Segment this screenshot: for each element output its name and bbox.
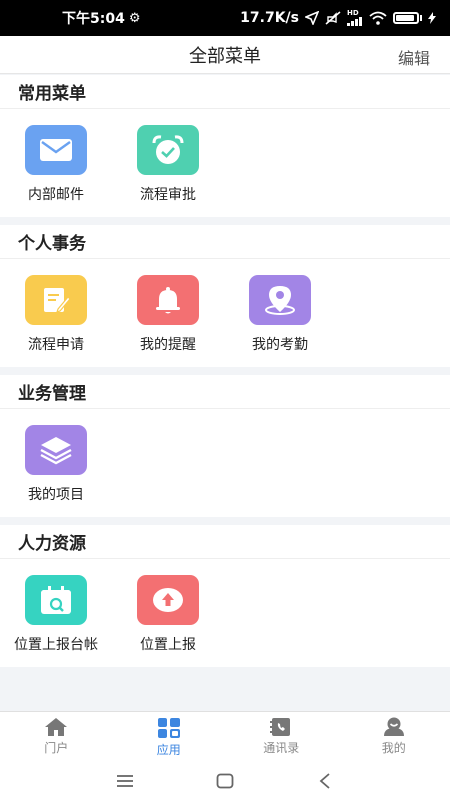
section-title: 人力资源 <box>18 534 86 554</box>
menu-item-workflow-request[interactable]: 流程申请 <box>0 275 112 367</box>
gear-icon: ⚙ <box>128 10 141 26</box>
charging-icon <box>428 12 436 24</box>
menu-item-my-reminders[interactable]: 我的提醒 <box>112 275 224 367</box>
menu-item-label: 我的考勤 <box>252 337 308 353</box>
status-left: 下午5:04 ⚙ <box>62 8 140 28</box>
title-bar: 全部菜单 编辑 <box>0 36 450 74</box>
layers-icon <box>25 425 87 475</box>
nav-item-contacts[interactable]: 通讯录 <box>225 712 338 761</box>
page-title: 全部菜单 <box>189 45 261 67</box>
section-header: 业务管理 <box>0 375 450 409</box>
nav-label: 应用 <box>156 743 181 757</box>
system-nav-bar <box>0 761 450 800</box>
menu-item-label: 流程申请 <box>28 337 84 353</box>
menu-item-location-report[interactable]: 位置上报 <box>112 575 224 667</box>
status-right: 17.7K/s HD <box>240 10 436 26</box>
hd-badge: HD <box>347 9 359 17</box>
section-header: 人力资源 <box>0 525 450 559</box>
calendar-search-icon <box>25 575 87 625</box>
section-personal-affairs: 个人事务 流程申请 我的提醒 我的考勤 <box>0 225 450 367</box>
menu-item-label: 我的项目 <box>28 487 84 503</box>
alarm-clock-icon <box>137 125 199 175</box>
section-business-management: 业务管理 我的项目 <box>0 375 450 517</box>
section-title: 个人事务 <box>18 234 86 254</box>
section-human-resources: 人力资源 位置上报台帐 位置上报 <box>0 525 450 667</box>
nav-item-apps[interactable]: 应用 <box>113 712 226 761</box>
section-header: 个人事务 <box>0 225 450 259</box>
nav-item-portal[interactable]: 门户 <box>0 712 113 761</box>
menu-item-location-report-ledger[interactable]: 位置上报台帐 <box>0 575 112 667</box>
status-bar: 下午5:04 ⚙ 17.7K/s HD <box>0 0 450 36</box>
section-header: 常用菜单 <box>0 75 450 109</box>
edit-note-icon <box>25 275 87 325</box>
menu-content: 常用菜单 内部邮件 流程审批 个人事务 流程申请 我的提醒 我的考勤 业务管理 … <box>0 75 450 667</box>
menu-item-label: 流程审批 <box>140 187 196 203</box>
rounded-square-icon <box>216 773 234 788</box>
section-grid: 我的项目 <box>0 409 450 517</box>
section-grid: 流程申请 我的提醒 我的考勤 <box>0 259 450 367</box>
menu-item-label: 位置上报 <box>140 637 196 653</box>
bell-icon <box>137 275 199 325</box>
nav-label: 通讯录 <box>263 741 300 755</box>
menu-item-label: 内部邮件 <box>28 187 84 203</box>
network-speed: 17.7K/s <box>240 10 299 26</box>
menu-item-my-attendance[interactable]: 我的考勤 <box>224 275 336 367</box>
menu-item-internal-mail[interactable]: 内部邮件 <box>0 125 112 217</box>
battery-icon <box>393 12 419 24</box>
section-title: 常用菜单 <box>18 84 86 104</box>
mute-icon <box>325 11 341 25</box>
upload-icon <box>137 575 199 625</box>
menu-button[interactable] <box>110 768 140 794</box>
back-button[interactable] <box>310 768 340 794</box>
status-time: 下午5:04 <box>62 11 125 27</box>
menu-item-my-projects[interactable]: 我的项目 <box>0 425 112 517</box>
menu-item-workflow-approval[interactable]: 流程审批 <box>112 125 224 217</box>
menu-item-label: 位置上报台帐 <box>14 637 98 653</box>
section-title: 业务管理 <box>18 384 86 404</box>
nav-item-mine[interactable]: 我的 <box>338 712 450 761</box>
profile-icon <box>383 717 404 736</box>
mail-icon <box>25 125 87 175</box>
location-icon <box>249 275 311 325</box>
contacts-icon <box>270 718 291 736</box>
home-button[interactable] <box>210 768 240 794</box>
signal-icon <box>347 17 362 26</box>
nav-label: 我的 <box>381 741 406 755</box>
nav-label: 门户 <box>44 741 69 755</box>
hamburger-icon <box>117 774 133 787</box>
section-grid: 内部邮件 流程审批 <box>0 109 450 217</box>
apps-grid-icon <box>157 718 180 738</box>
home-icon <box>45 718 68 736</box>
battery-tip <box>420 15 422 21</box>
bottom-nav: 门户 应用 通讯录 我的 <box>0 711 450 761</box>
section-common-menu: 常用菜单 内部邮件 流程审批 <box>0 75 450 217</box>
wifi-icon <box>369 11 387 25</box>
section-grid: 位置上报台帐 位置上报 <box>0 559 450 667</box>
location-arrow-icon <box>305 11 319 25</box>
back-chevron-icon <box>319 772 330 789</box>
menu-item-label: 我的提醒 <box>140 337 196 353</box>
edit-button[interactable]: 编辑 <box>398 45 430 69</box>
